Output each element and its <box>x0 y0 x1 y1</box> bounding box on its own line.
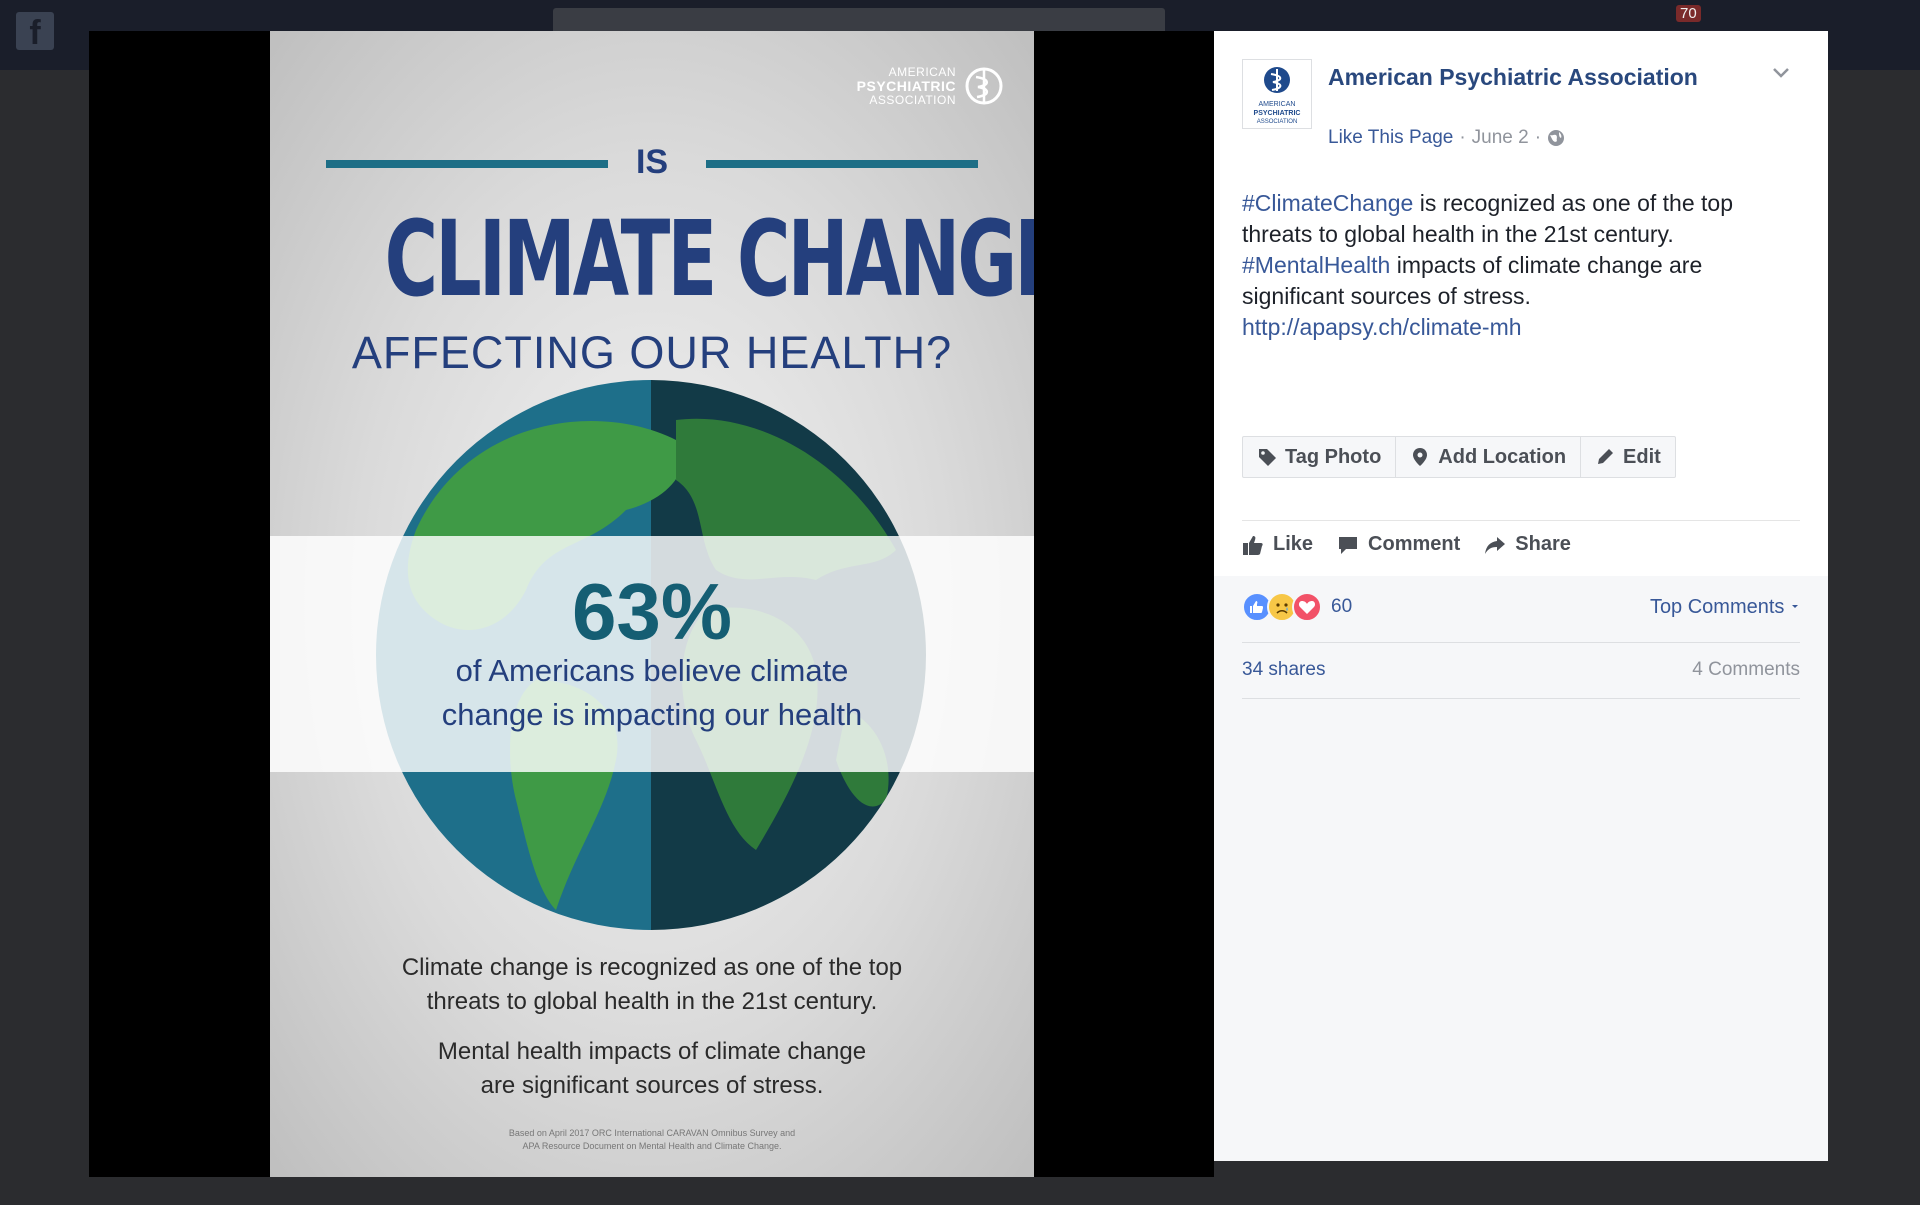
add-location-label: Add Location <box>1438 445 1567 468</box>
stat-percent: 63% <box>571 567 733 656</box>
poster-paragraph-2: Mental health impacts of climate change … <box>270 1035 1034 1103</box>
page-name-link[interactable]: American Psychiatric Association <box>1328 64 1698 91</box>
poster-source-note: Based on April 2017 ORC International CA… <box>270 1127 1034 1153</box>
stat-caption-line2: change is impacting our health <box>441 697 863 732</box>
tag-photo-label: Tag Photo <box>1285 445 1382 468</box>
hashtag-climatechange[interactable]: #ClimateChange <box>1242 190 1413 216</box>
globe-icon[interactable] <box>1547 129 1565 147</box>
reactions-summary[interactable]: 60 <box>1242 592 1352 622</box>
apa-avatar-logo-icon: AMERICAN PSYCHIATRIC ASSOCIATION <box>1254 67 1301 125</box>
hashtag-mentalhealth[interactable]: #MentalHealth <box>1242 252 1390 278</box>
add-location-button[interactable]: Add Location <box>1396 437 1582 477</box>
like-label: Like <box>1273 533 1314 555</box>
love-reaction-icon <box>1292 592 1322 622</box>
chevron-down-icon[interactable] <box>1770 61 1792 83</box>
photo-poster[interactable]: AMERICAN PSYCHIATRIC ASSOCIATION IS CLIM… <box>270 31 1034 1177</box>
meta-separator: · <box>1534 127 1542 148</box>
speech-bubble-icon <box>1339 536 1358 554</box>
poster-subheadline: AFFECTING OUR HEALTH? <box>351 327 953 378</box>
shares-count[interactable]: 34 shares <box>1242 659 1325 681</box>
like-button[interactable]: Like <box>1242 533 1313 556</box>
headline-is-row: IS <box>326 143 978 189</box>
location-pin-icon <box>1413 448 1428 466</box>
thumbs-up-icon <box>1243 535 1263 555</box>
poster-apa-logo: AMERICAN PSYCHIATRIC ASSOCIATION <box>857 63 1004 109</box>
share-button[interactable]: Share <box>1484 533 1571 556</box>
poster-source-line2: APA Resource Document on Mental Health a… <box>522 1141 782 1151</box>
comment-button[interactable]: Comment <box>1337 533 1460 556</box>
poster-headline: CLIMATE CHANGE <box>384 198 1034 320</box>
poster-paragraph-1: Climate change is recognized as one of t… <box>270 951 1034 1019</box>
poster-p2-line2: are significant sources of stress. <box>480 1072 824 1099</box>
meta-separator: · <box>1459 127 1466 148</box>
post-url-link[interactable]: http://apapsy.ch/climate-mh <box>1242 314 1522 340</box>
headline-is: IS <box>635 143 669 181</box>
comment-label: Comment <box>1368 533 1461 555</box>
caret-down-icon <box>1792 605 1798 608</box>
post-message: #ClimateChange is recognized as one of t… <box>1242 188 1782 343</box>
avatar-logo-line3: ASSOCIATION <box>1257 119 1298 125</box>
divider <box>1242 698 1800 699</box>
share-label: Share <box>1515 533 1571 555</box>
comments-count[interactable]: 4 Comments <box>1692 659 1800 681</box>
poster-source-line1: Based on April 2017 ORC International CA… <box>508 1128 796 1138</box>
poster-logo-line2: PSYCHIATRIC <box>856 78 956 94</box>
facebook-logo-icon[interactable]: f <box>16 12 54 52</box>
apa-caduceus-icon <box>965 67 1003 105</box>
divider <box>1242 642 1800 643</box>
like-page-link[interactable]: Like This Page <box>1328 127 1453 149</box>
post-date[interactable]: June 2 <box>1472 127 1529 149</box>
poster-logo-line1: AMERICAN <box>888 65 956 79</box>
notification-badge[interactable]: 70 <box>1676 5 1701 22</box>
photo-sidebar: AMERICAN PSYCHIATRIC ASSOCIATION America… <box>1214 31 1828 1161</box>
poster-logo-line3: ASSOCIATION <box>869 93 956 107</box>
pencil-icon <box>1598 449 1614 464</box>
avatar-logo-line2: PSYCHIATRIC <box>1254 110 1301 117</box>
stat-caption: of Americans believe climate change is i… <box>270 649 1034 737</box>
tag-photo-button[interactable]: Tag Photo <box>1243 437 1397 477</box>
poster-p2-line1: Mental health impacts of climate change <box>437 1038 867 1065</box>
edit-label: Edit <box>1623 445 1661 468</box>
divider <box>1242 520 1800 521</box>
page-avatar[interactable]: AMERICAN PSYCHIATRIC ASSOCIATION <box>1242 59 1312 129</box>
avatar-logo-line1: AMERICAN <box>1259 101 1296 108</box>
poster-p1-line2: threats to global health in the 21st cen… <box>426 988 878 1015</box>
photo-actions: Tag Photo Add Location Edit <box>1242 436 1676 478</box>
reactions-count[interactable]: 60 <box>1331 596 1352 618</box>
poster-p1-line1: Climate change is recognized as one of t… <box>401 954 903 981</box>
edit-button[interactable]: Edit <box>1581 437 1675 477</box>
top-comments-label: Top Comments <box>1649 596 1785 618</box>
top-comments-dropdown[interactable]: Top Comments <box>1650 596 1800 619</box>
post-actions: Like Comment Share <box>1242 533 1571 556</box>
share-arrow-icon <box>1485 536 1506 554</box>
stat-caption-line1: of Americans believe climate <box>455 653 849 688</box>
post-meta: Like This Page · June 2 · <box>1328 127 1565 149</box>
tag-icon <box>1259 449 1276 466</box>
